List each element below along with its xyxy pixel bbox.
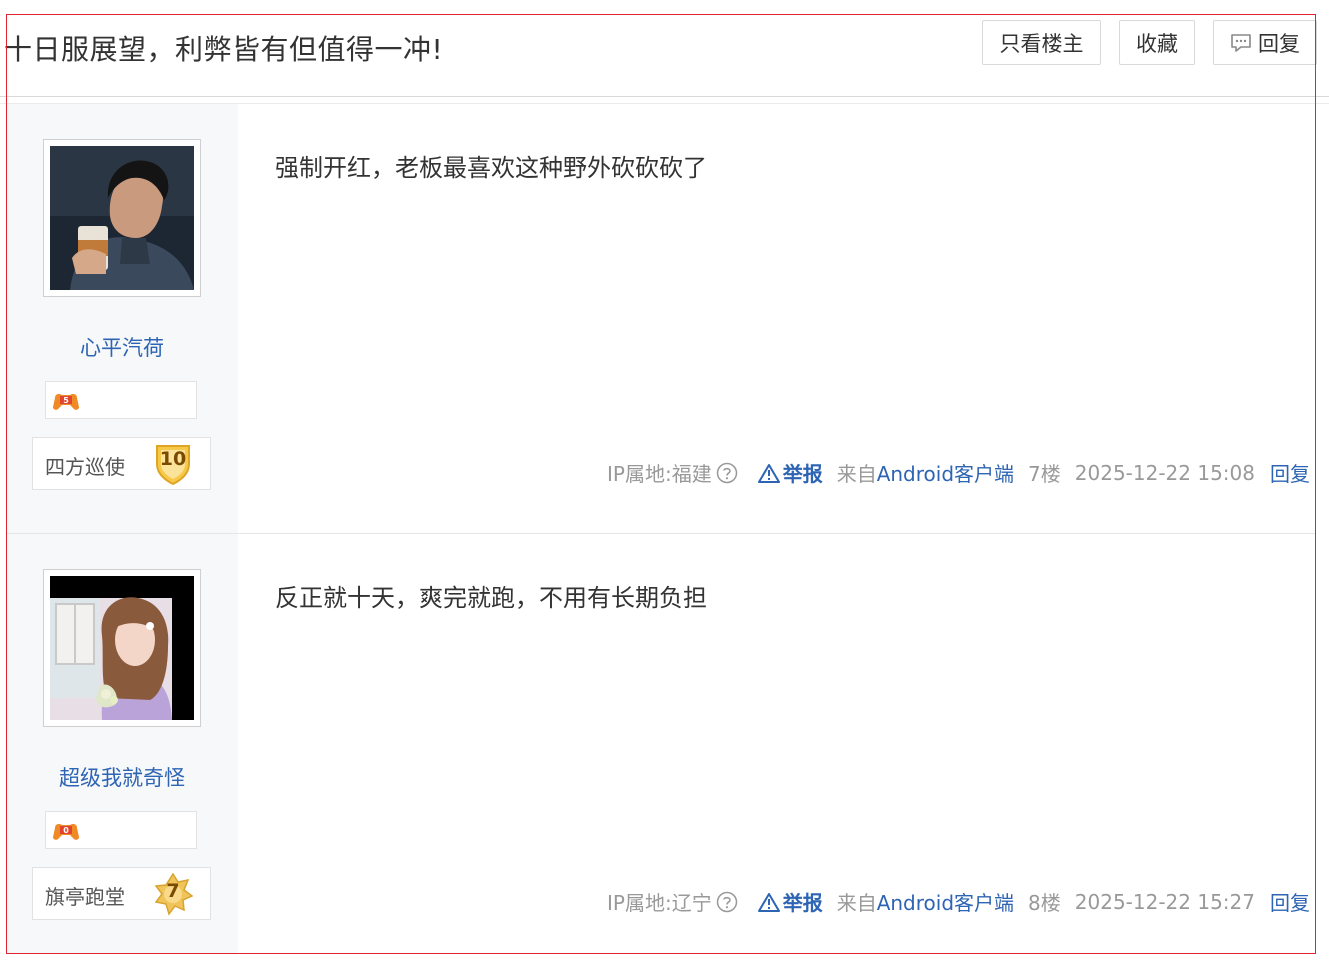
ip-location: IP属地:辽宁 (607, 891, 712, 915)
reply-button-label: 回复 (1258, 31, 1300, 56)
post-time: 2025-12-22 15:08 (1074, 460, 1255, 485)
avatar[interactable] (43, 569, 201, 727)
level-badge: 7 (153, 872, 193, 916)
reply-button[interactable]: 回复 (1213, 20, 1317, 65)
rank-title: 四方巡使 (45, 455, 125, 479)
game-badge: 0 (45, 811, 197, 849)
post-reply-link[interactable]: 回复 (1270, 458, 1310, 487)
post-source: 来自Android客户端 (837, 458, 1014, 487)
source-prefix: 来自 (836, 891, 877, 915)
post-floor-7: 心平汽荷 5 四方巡使 10 强制开红，老板最喜欢这种野外砍砍砍了 IP属地:福… (6, 104, 1316, 534)
thread-title: 十日服展望，利弊皆有但值得一冲! (4, 33, 444, 66)
report-link[interactable]: 举报 (757, 458, 823, 487)
floor-number: 8楼 (1028, 891, 1061, 915)
username[interactable]: 心平汽荷 (6, 332, 238, 362)
report-label: 举报 (782, 462, 823, 486)
report-link[interactable]: 举报 (757, 887, 823, 916)
favorite-button[interactable]: 收藏 (1119, 20, 1195, 65)
question-icon[interactable] (716, 462, 738, 484)
game-badge-icon: 5 (53, 394, 79, 410)
level-badge: 10 (153, 442, 193, 486)
report-label: 举报 (782, 891, 823, 915)
rank-title: 旗亭跑堂 (45, 885, 125, 909)
post-source: 来自Android客户端 (837, 887, 1014, 916)
rank-badge: 四方巡使 10 (32, 437, 211, 490)
warning-icon (757, 463, 780, 483)
source-app-link[interactable]: Android客户端 (877, 462, 1014, 486)
post-meta: IP属地:辽宁 举报 来自Android客户端 8楼 2025-12-22 15… (607, 887, 1310, 916)
svg-text:0: 0 (63, 826, 69, 835)
post-meta: IP属地:福建 举报 来自Android客户端 7楼 2025-12-22 15… (607, 458, 1310, 487)
avatar-image-woman (50, 576, 194, 720)
avatar[interactable] (43, 139, 201, 297)
author-sidebar: 心平汽荷 5 四方巡使 10 (6, 104, 238, 533)
post-content: 反正就十天，爽完就跑，不用有长期负担 (275, 584, 707, 612)
source-prefix: 来自 (836, 462, 877, 486)
thread-header: 十日服展望，利弊皆有但值得一冲! 只看楼主 收藏 回复 (0, 14, 1329, 97)
svg-text:5: 5 (63, 396, 69, 405)
level-number: 10 (159, 448, 187, 470)
author-sidebar: 超级我就奇怪 0 旗亭跑堂 7 (6, 534, 238, 954)
game-badge: 5 (45, 381, 197, 419)
post-floor-8: 超级我就奇怪 0 旗亭跑堂 7 反正就十天，爽完就跑，不用有长期负担 IP属地:… (6, 534, 1316, 954)
floor-number: 7楼 (1028, 462, 1061, 486)
only-op-button[interactable]: 只看楼主 (982, 20, 1101, 65)
question-icon[interactable] (716, 891, 738, 913)
rank-badge: 旗亭跑堂 7 (32, 867, 211, 920)
username[interactable]: 超级我就奇怪 (6, 762, 238, 792)
post-content: 强制开红，老板最喜欢这种野外砍砍砍了 (275, 154, 707, 182)
post-reply-link[interactable]: 回复 (1270, 887, 1310, 916)
level-number: 7 (166, 880, 180, 902)
comment-icon (1230, 33, 1252, 53)
game-badge-icon: 0 (53, 824, 79, 840)
avatar-image-man (50, 146, 194, 290)
post-time: 2025-12-22 15:27 (1074, 889, 1255, 914)
source-app-link[interactable]: Android客户端 (877, 891, 1014, 915)
warning-icon (757, 892, 780, 912)
ip-location: IP属地:福建 (607, 462, 712, 486)
